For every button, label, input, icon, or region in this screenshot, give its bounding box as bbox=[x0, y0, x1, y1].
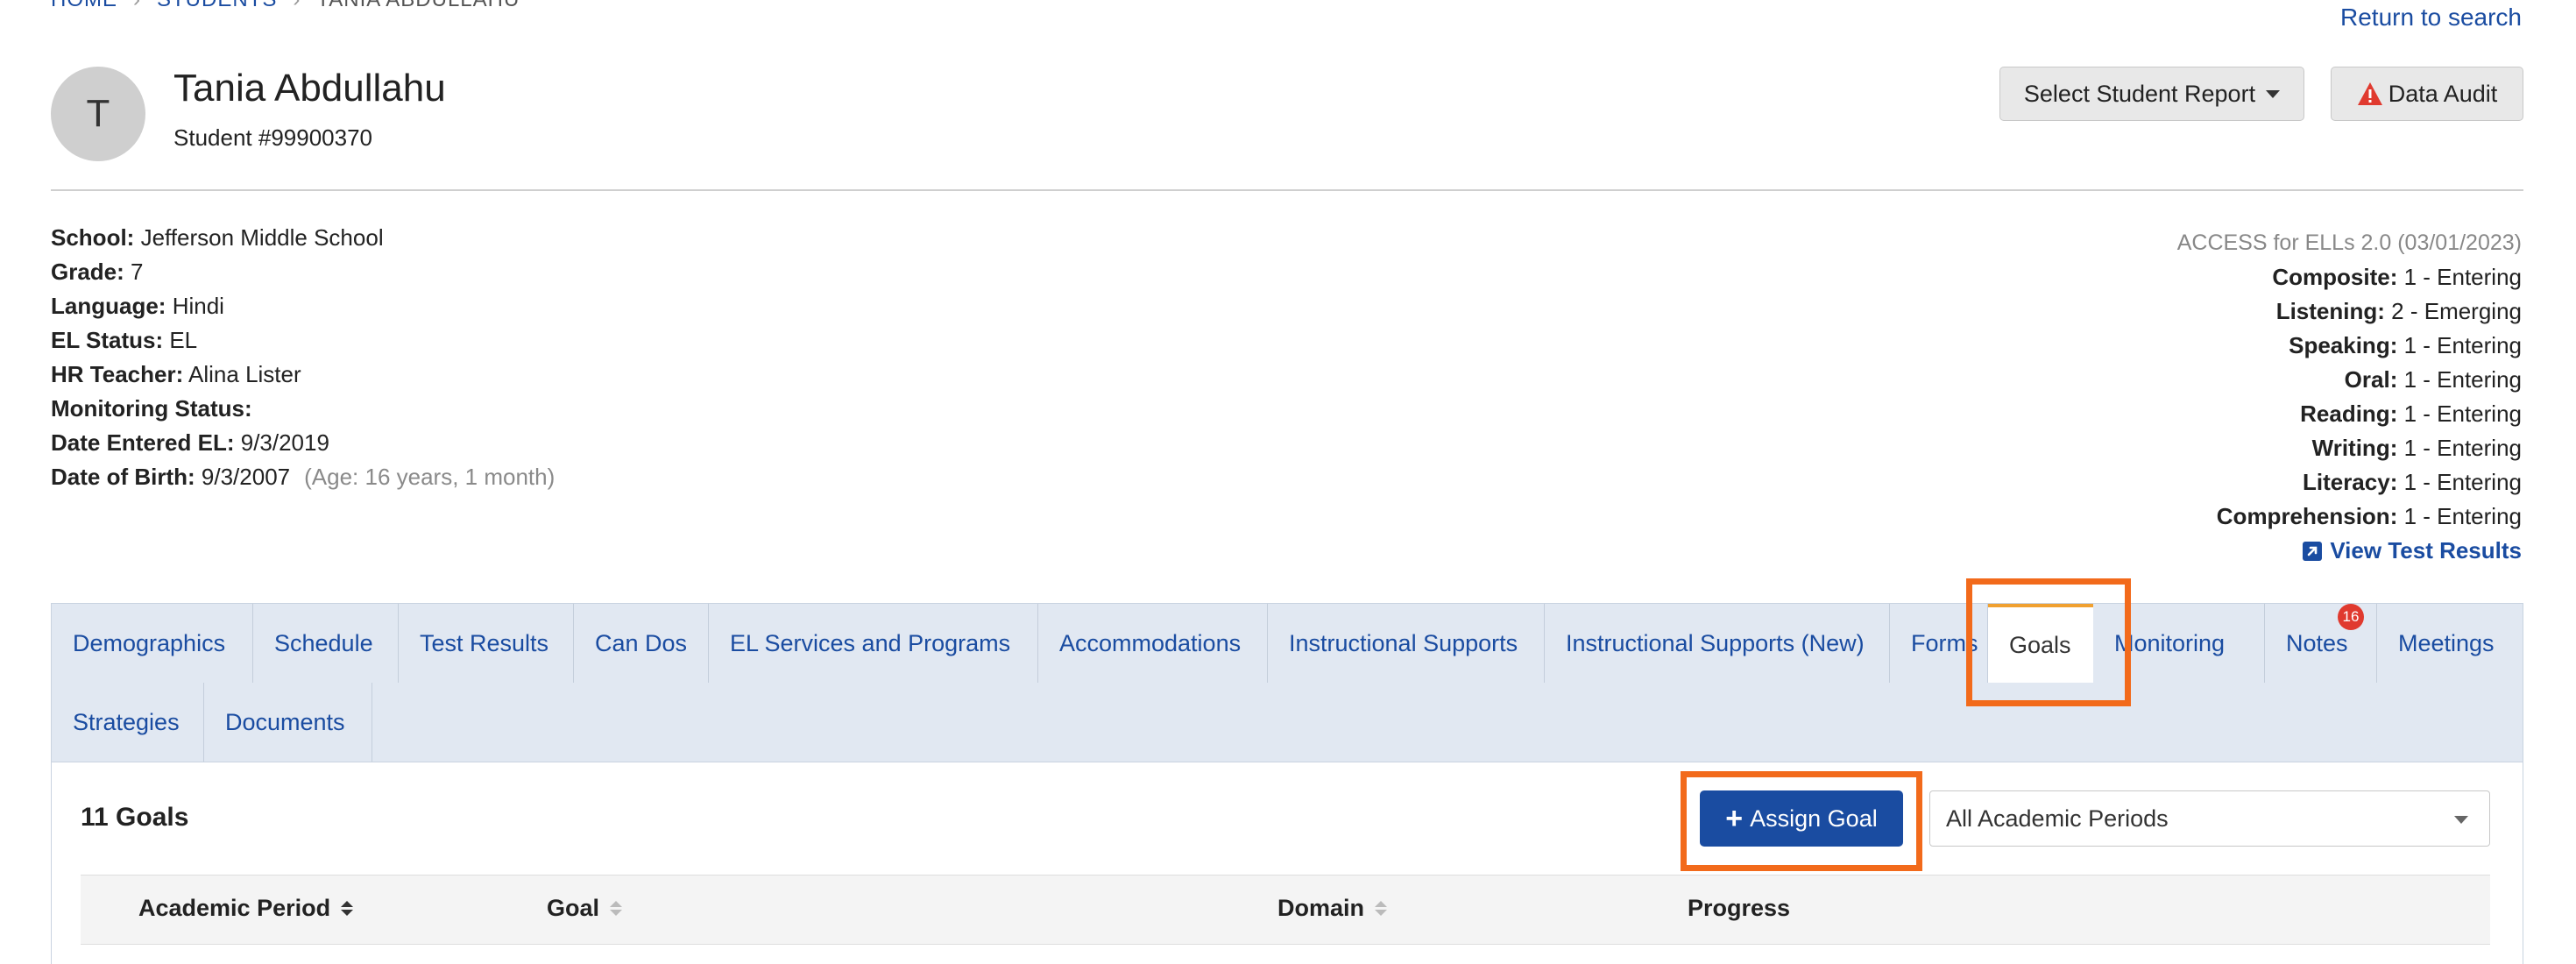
info-el-status: EL Status: EL bbox=[51, 327, 198, 353]
test-scores: ACCESS for ELLs 2.0 (03/01/2023) Composi… bbox=[2177, 226, 2522, 571]
tab-notes[interactable]: Notes 16 bbox=[2265, 604, 2377, 683]
breadcrumb-separator: › bbox=[133, 0, 141, 11]
score-row: Writing: 1 - Entering bbox=[2311, 435, 2522, 461]
view-test-results-link[interactable]: View Test Results bbox=[2302, 534, 2522, 568]
tab-instructional-supports[interactable]: Instructional Supports bbox=[1268, 604, 1545, 683]
score-row: Listening: 2 - Emerging bbox=[2275, 298, 2522, 324]
score-row: Composite: 1 - Entering bbox=[2272, 264, 2522, 290]
info-date-entered-el: Date Entered EL: 9/3/2019 bbox=[51, 429, 329, 456]
tab-accommodations[interactable]: Accommodations bbox=[1038, 604, 1268, 683]
tab-can-dos[interactable]: Can Dos bbox=[574, 604, 709, 683]
caret-down-icon bbox=[2454, 816, 2468, 824]
breadcrumb-separator: › bbox=[293, 0, 301, 11]
data-audit-label: Data Audit bbox=[2388, 80, 2498, 107]
breadcrumb: HOME › STUDENTS › TANIA ABDULLAHU bbox=[51, 0, 535, 12]
plus-icon: + bbox=[1725, 802, 1744, 835]
breadcrumb-home[interactable]: HOME bbox=[51, 0, 117, 11]
student-info: School: Jefferson Middle School Grade: 7… bbox=[51, 221, 555, 494]
column-academic-period[interactable]: Academic Period bbox=[138, 895, 354, 922]
breadcrumb-current: TANIA ABDULLAHU bbox=[316, 0, 520, 11]
tab-test-results[interactable]: Test Results bbox=[399, 604, 574, 683]
info-monitoring-status: Monitoring Status: bbox=[51, 395, 252, 422]
score-row: Literacy: 1 - Entering bbox=[2302, 469, 2522, 495]
info-hr-teacher: HR Teacher: Alina Lister bbox=[51, 361, 301, 387]
academic-period-value: All Academic Periods bbox=[1946, 805, 2169, 832]
sort-icon bbox=[610, 901, 623, 916]
warning-icon bbox=[2357, 82, 2382, 105]
sort-icon bbox=[1375, 901, 1388, 916]
column-domain[interactable]: Domain bbox=[1277, 895, 1388, 922]
tab-documents[interactable]: Documents bbox=[204, 683, 372, 762]
goals-count: 11 Goals bbox=[81, 803, 189, 832]
column-progress: Progress bbox=[1688, 895, 1791, 921]
test-title: ACCESS for ELLs 2.0 (03/01/2023) bbox=[2176, 230, 2522, 255]
academic-period-select[interactable]: All Academic Periods bbox=[1929, 790, 2490, 847]
tab-demographics[interactable]: Demographics bbox=[52, 604, 253, 683]
assign-goal-button[interactable]: + Assign Goal bbox=[1700, 790, 1903, 847]
score-row: Reading: 1 - Entering bbox=[2300, 400, 2522, 427]
sort-icon bbox=[341, 901, 354, 916]
caret-down-icon bbox=[2266, 89, 2281, 98]
info-date-of-birth: Date of Birth: 9/3/2007 (Age: 16 years, 1… bbox=[51, 464, 556, 490]
assign-goal-label: Assign Goal bbox=[1750, 805, 1878, 832]
external-link-icon bbox=[2303, 541, 2323, 561]
tab-strategies[interactable]: Strategies bbox=[52, 683, 204, 762]
notes-count-badge: 16 bbox=[2338, 604, 2364, 630]
info-grade: Grade: 7 bbox=[51, 259, 144, 285]
column-goal[interactable]: Goal bbox=[547, 895, 623, 922]
tab-monitoring[interactable]: Monitoring bbox=[2093, 604, 2265, 683]
header-divider bbox=[51, 189, 2523, 191]
tab-bar: Demographics Schedule Test Results Can D… bbox=[51, 603, 2523, 762]
student-name: Tania Abdullahu bbox=[173, 67, 446, 110]
tab-schedule[interactable]: Schedule bbox=[253, 604, 399, 683]
tab-el-services-and-programs[interactable]: EL Services and Programs bbox=[709, 604, 1038, 683]
tab-meetings[interactable]: Meetings bbox=[2377, 604, 2523, 683]
return-to-search-link[interactable]: Return to search bbox=[2340, 4, 2522, 32]
select-student-report-label: Select Student Report bbox=[2023, 80, 2256, 107]
score-row: Speaking: 1 - Entering bbox=[2289, 332, 2522, 358]
score-row: Comprehension: 1 - Entering bbox=[2216, 503, 2522, 529]
data-audit-button[interactable]: Data Audit bbox=[2331, 67, 2523, 121]
breadcrumb-students[interactable]: STUDENTS bbox=[157, 0, 277, 11]
info-language: Language: Hindi bbox=[51, 293, 224, 319]
avatar: T bbox=[51, 67, 145, 161]
tab-instructional-supports-new[interactable]: Instructional Supports (New) bbox=[1545, 604, 1890, 683]
student-number: Student #99900370 bbox=[173, 124, 372, 151]
select-student-report-button[interactable]: Select Student Report bbox=[1999, 67, 2304, 121]
tab-forms[interactable]: Forms bbox=[1890, 604, 1988, 683]
tab-goals[interactable]: Goals bbox=[1988, 604, 2093, 683]
goals-table-header: Academic Period Goal Domain Progress bbox=[81, 875, 2490, 945]
tab-notes-label: Notes bbox=[2286, 629, 2348, 656]
score-row: Oral: 1 - Entering bbox=[2344, 366, 2522, 393]
info-school: School: Jefferson Middle School bbox=[51, 224, 384, 251]
info-age: (Age: 16 years, 1 month) bbox=[304, 464, 556, 490]
